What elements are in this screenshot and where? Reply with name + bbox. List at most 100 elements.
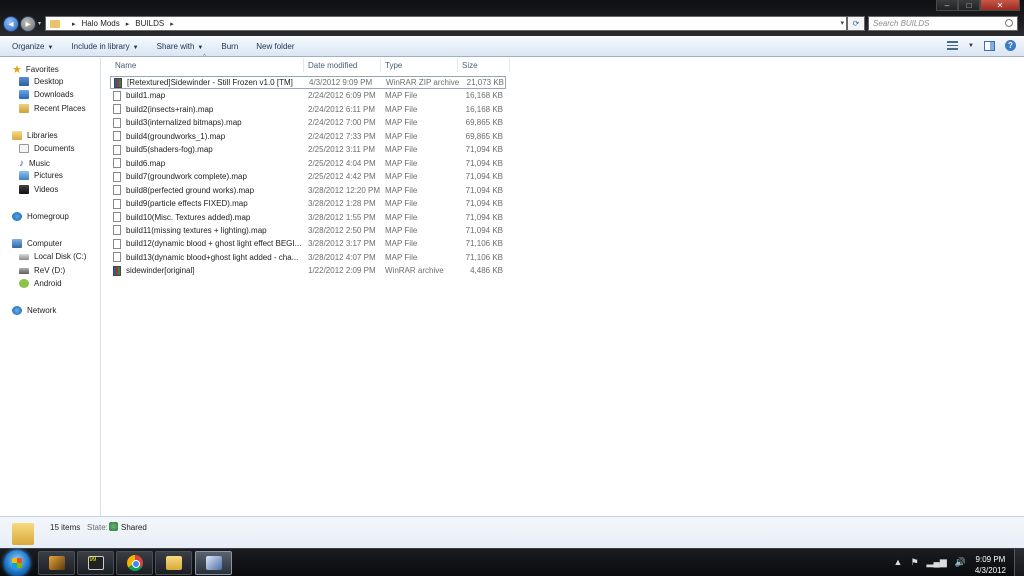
nav-recent-places[interactable]: Recent Places [19,104,86,113]
nav-local-disk-label: Local Disk (C:) [34,252,87,261]
show-desktop-button[interactable] [1014,549,1024,576]
file-row[interactable]: build3(internalized bitmaps).map 2/24/201… [110,116,506,129]
nav-computer[interactable]: Computer [12,239,62,248]
file-row[interactable]: build13(dynamic blood+ghost light added … [110,251,506,264]
file-type: MAP File [385,118,418,128]
action-center-flag-icon[interactable]: ⚑ [910,557,918,568]
star-icon: ★ [12,64,22,76]
column-header-size[interactable]: Size [457,58,510,72]
file-date-modified: 3/28/2012 12:20 PM [308,185,381,195]
file-name: build9(particle effects FIXED).map [126,199,248,209]
nav-android[interactable]: Android [19,279,62,288]
file-date-modified: 3/28/2012 2:50 PM [308,225,376,235]
file-row[interactable]: sidewinder[original] 1/22/2012 2:09 PM Win… [110,264,506,277]
file-size: 71,106 KB [465,239,503,249]
details-pane: 15 items State: Shared [0,516,1024,548]
file-row[interactable]: build5(shaders-fog).map 2/25/2012 3:11 PM… [110,143,506,156]
file-name: build5(shaders-fog).map [126,145,213,155]
search-icon[interactable] [1005,19,1013,27]
include-in-library-label: Include in library [71,41,130,51]
taskbar-terminal[interactable]: 99 [77,551,114,575]
minimize-button[interactable]: – [936,0,958,11]
nav-homegroup[interactable]: Homegroup [12,212,69,221]
file-row[interactable]: build10(Misc. Textures added).map 3/28/20… [110,211,506,224]
nav-music[interactable]: ♪ Music [19,158,50,169]
file-row[interactable]: build11(missing textures + lighting).map… [110,224,506,237]
view-controls: ▼ ? [947,40,1016,51]
file-type: MAP File [385,252,418,262]
file-icon [113,212,121,222]
recent-pages-dropdown[interactable]: ▾ [38,20,41,27]
taskbar-winamp[interactable] [38,551,75,575]
application-icon [205,556,222,570]
column-header-name[interactable]: Name [110,58,304,72]
file-row[interactable]: build7(groundwork complete).map 2/25/2012… [110,170,506,183]
file-row[interactable]: build9(particle effects FIXED).map 3/28/2… [110,197,506,210]
chevron-down-icon: ▼ [47,44,54,51]
file-row[interactable]: [Retextured]Sidewinder - Still Frozen v1… [110,76,506,89]
nav-documents[interactable]: Documents [19,144,74,153]
file-row[interactable]: build8(perfected ground works).map 3/28/2… [110,184,506,197]
breadcrumb-chevron-icon[interactable]: ▸ [126,20,130,28]
include-in-library-button[interactable]: Include in library ▼ [71,42,138,51]
taskbar-active-app[interactable] [195,551,232,575]
preview-pane-icon[interactable] [984,40,995,51]
clock[interactable]: 9:09 PM 4/3/2012 [975,554,1006,576]
nav-desktop[interactable]: Desktop [19,77,63,86]
computer-icon [12,239,22,248]
file-row[interactable]: build4(groundworks_1).map 2/24/2012 7:33 … [110,130,506,143]
navigation-pane: ★ Favorites Desktop Downloads Recent Pla… [0,58,101,516]
organize-button[interactable]: Organize ▼ [12,42,53,51]
nav-android-label: Android [34,279,62,288]
start-button[interactable] [4,550,30,576]
desktop-icon [19,77,29,86]
address-bar[interactable]: ▸ Halo Mods ▸ BUILDS ▸ ▾ [45,16,847,31]
breadcrumb-chevron-icon[interactable]: ▸ [170,20,174,28]
file-size: 69,865 KB [465,118,503,128]
breadcrumb-chevron-icon[interactable]: ▸ [72,20,76,28]
file-name: build12(dynamic blood + ghost light effe… [126,239,302,249]
column-header-type[interactable]: Type [380,58,458,72]
nav-pictures[interactable]: Pictures [19,171,63,180]
back-button[interactable]: ◂ [3,16,19,32]
file-date-modified: 2/25/2012 4:42 PM [308,172,376,182]
breadcrumb-halo-mods[interactable]: Halo Mods [82,19,120,28]
nav-libraries[interactable]: Libraries [12,131,58,140]
nav-network[interactable]: Network [12,306,56,315]
refresh-icon: ⟳ [852,19,860,28]
file-icon [113,171,121,182]
burn-button[interactable]: Burn [221,42,238,51]
search-input[interactable]: Search BUILDS [868,16,1018,31]
breadcrumb-builds[interactable]: BUILDS [135,19,164,28]
view-options-dropdown-icon[interactable]: ▼ [968,43,974,49]
column-header-date-modified[interactable]: Date modified [303,58,381,72]
file-row[interactable]: build12(dynamic blood + ghost light effe… [110,237,506,250]
network-signal-icon[interactable]: ▂▄▆ [927,557,947,568]
show-hidden-icons-icon[interactable]: ▲ [894,557,903,568]
share-with-button[interactable]: Share with ▼ [157,42,204,51]
volume-icon[interactable]: 🔊 [955,557,966,568]
nav-favorites[interactable]: ★ Favorites [12,63,59,76]
address-dropdown-icon[interactable]: ▾ [840,19,844,27]
nav-downloads[interactable]: Downloads [19,90,74,99]
nav-videos[interactable]: Videos [19,185,58,194]
taskbar-explorer[interactable] [155,551,192,575]
file-row[interactable]: build2(insects+rain).map 2/24/2012 6:11 P… [110,103,506,116]
change-view-icon[interactable] [947,41,959,50]
forward-button[interactable]: ▸ [20,16,36,32]
window-controls: – □ ✕ [936,0,1020,11]
nav-local-disk[interactable]: Local Disk (C:) [19,252,86,261]
file-row[interactable]: build6.map 2/25/2012 4:04 PM MAP File 71,09… [110,157,506,170]
file-size: 69,865 KB [465,131,503,141]
refresh-button[interactable]: ⟳ [847,16,865,31]
music-icon: ♪ [19,158,24,169]
file-name: build4(groundworks_1).map [126,131,226,141]
help-icon[interactable]: ? [1005,40,1016,51]
new-folder-button[interactable]: New folder [256,42,294,51]
taskbar-chrome[interactable] [116,551,153,575]
file-row[interactable]: build1.map 2/24/2012 6:09 PM MAP File 16,16… [110,89,506,102]
nav-rev-drive[interactable]: ReV (D:) [19,266,65,275]
close-button[interactable]: ✕ [980,0,1020,11]
nav-music-label: Music [29,159,50,168]
maximize-button[interactable]: □ [958,0,980,11]
